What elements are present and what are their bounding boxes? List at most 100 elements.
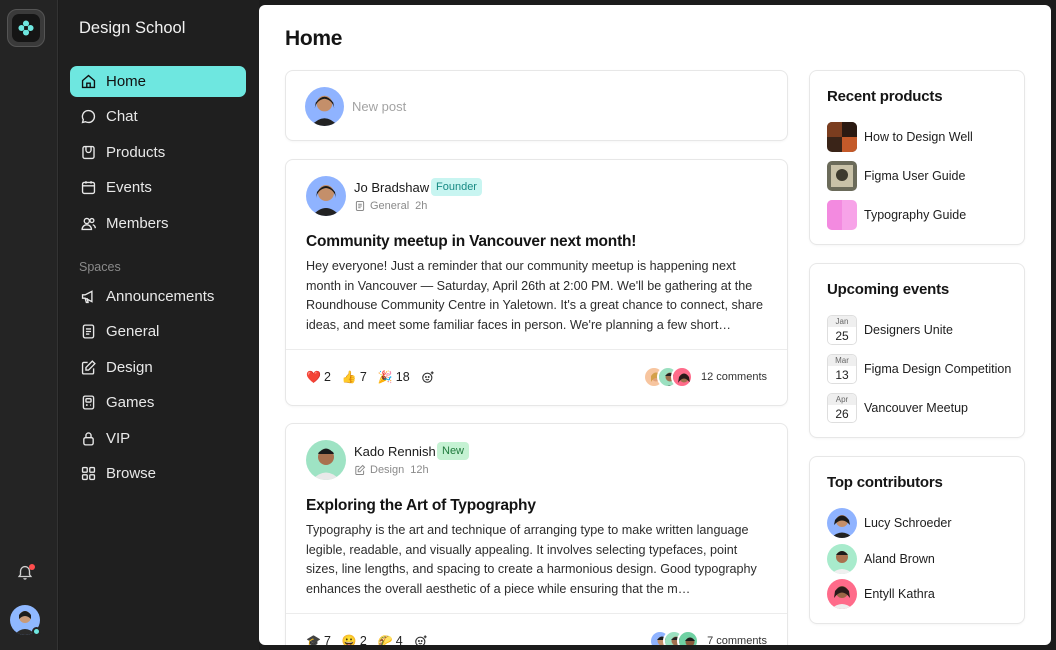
- space-item-vip[interactable]: VIP: [70, 423, 246, 454]
- comments-summary[interactable]: 7 comments: [649, 630, 767, 645]
- nav-item-label: Announcements: [106, 288, 215, 305]
- event-month: Jan: [828, 316, 856, 327]
- post-title[interactable]: Exploring the Art of Typography: [306, 497, 536, 515]
- grid-icon: [81, 466, 95, 481]
- product-name: Typography Guide: [864, 208, 967, 222]
- author-avatar[interactable]: [306, 176, 346, 216]
- reaction-count: 7: [359, 370, 367, 384]
- recent-products-card: Recent products How to Design Well Figma…: [809, 70, 1025, 245]
- top-contributors-card: Top contributors Lucy Schroeder Aland Br…: [809, 456, 1025, 624]
- space-item-announcements[interactable]: Announcements: [70, 281, 246, 312]
- reaction-count: 4: [395, 634, 403, 645]
- space-item-browse[interactable]: Browse: [70, 458, 246, 489]
- nav-item-label: Design: [106, 359, 153, 376]
- event-item[interactable]: Apr 26 Vancouver Meetup: [827, 393, 968, 423]
- post-reactions: ❤️ 2 👍 7 🎉 18: [306, 370, 435, 384]
- heart-emoji: ❤️: [306, 370, 321, 384]
- reaction-thumbs-up[interactable]: 👍 7: [342, 370, 367, 384]
- document-icon: [355, 200, 365, 212]
- document-icon: [82, 324, 94, 339]
- contributor-item[interactable]: Aland Brown: [827, 544, 935, 574]
- thumbs-up-emoji: 👍: [341, 370, 357, 384]
- icon-rail: [0, 0, 58, 650]
- post-author-name[interactable]: Jo Bradshaw: [354, 180, 429, 195]
- post-space[interactable]: General: [370, 200, 409, 212]
- nav-item-label: Games: [106, 394, 155, 411]
- product-item[interactable]: How to Design Well: [827, 122, 973, 152]
- nav-item-members[interactable]: Members: [70, 208, 246, 239]
- comments-summary[interactable]: 12 comments: [642, 366, 767, 388]
- upcoming-events-heading: Upcoming events: [827, 281, 950, 298]
- commenter-avatars: [649, 630, 700, 645]
- post-time: 12h: [410, 464, 429, 476]
- event-month: Apr: [828, 394, 856, 405]
- pencil-square-icon: [81, 360, 96, 375]
- post-card[interactable]: Kado Rennish New Design 12h Exploring th…: [285, 423, 788, 645]
- author-avatar[interactable]: [306, 440, 346, 480]
- nav-item-label: Members: [106, 215, 169, 232]
- product-item[interactable]: Figma User Guide: [827, 161, 965, 191]
- product-name: Figma User Guide: [864, 169, 966, 183]
- smile-emoji: 😀: [341, 634, 357, 645]
- post-author-name[interactable]: Kado Rennish: [354, 444, 436, 459]
- nav-item-chat[interactable]: Chat: [70, 101, 246, 132]
- post-body: Hey everyone! Just a reminder that our c…: [306, 259, 763, 332]
- add-reaction-icon[interactable]: [414, 634, 428, 645]
- contributor-avatar: [827, 579, 857, 609]
- product-name: How to Design Well: [864, 130, 973, 144]
- page-title: Home: [285, 27, 343, 50]
- reaction-count: 2: [359, 634, 367, 645]
- commenter-avatars: [642, 366, 693, 388]
- contributor-item[interactable]: Lucy Schroeder: [827, 508, 952, 538]
- members-icon: [80, 217, 96, 231]
- contributor-item[interactable]: Entyll Kathra: [827, 579, 935, 609]
- commenter-avatar: [670, 366, 693, 388]
- party-popper-emoji: 🎉: [377, 370, 393, 384]
- flower-logo-icon: [18, 20, 34, 36]
- event-date-badge: Mar 13: [827, 354, 857, 384]
- author-badge: New: [437, 442, 470, 460]
- event-name: Figma Design Competition: [864, 362, 1012, 376]
- spaces-heading: Spaces: [79, 260, 121, 274]
- reaction-graduation-cap[interactable]: 🎓 7: [306, 634, 331, 645]
- post-card[interactable]: Jo Bradshaw Founder General 2h Community…: [285, 159, 788, 406]
- space-item-design[interactable]: Design: [70, 352, 246, 383]
- event-name: Designers Unite: [864, 323, 953, 337]
- app-logo-button[interactable]: [7, 9, 45, 47]
- add-reaction-icon[interactable]: [421, 370, 435, 384]
- nav-item-label: Products: [106, 144, 166, 161]
- event-item[interactable]: Jan 25 Designers Unite: [827, 315, 953, 345]
- notifications-button[interactable]: [16, 563, 36, 583]
- post-title[interactable]: Community meetup in Vancouver next month…: [306, 233, 636, 251]
- nav-item-label: Chat: [106, 108, 138, 125]
- post-time: 2h: [415, 200, 428, 212]
- reaction-smile[interactable]: 😀 2: [342, 634, 367, 645]
- contributor-name: Entyll Kathra: [864, 587, 935, 601]
- space-item-games[interactable]: Games: [70, 387, 246, 418]
- nav-item-home[interactable]: Home: [70, 66, 246, 97]
- space-item-general[interactable]: General: [70, 316, 246, 347]
- nav-item-label: General: [106, 323, 160, 340]
- reaction-taco[interactable]: 🌮 4: [378, 634, 403, 645]
- nav-item-label: VIP: [106, 430, 131, 447]
- event-date-badge: Apr 26: [827, 393, 857, 423]
- reaction-count: 7: [323, 634, 331, 645]
- product-item[interactable]: Typography Guide: [827, 200, 966, 230]
- megaphone-icon: [81, 290, 93, 304]
- product-thumbnail: [827, 122, 857, 152]
- nav-item-events[interactable]: Events: [70, 172, 246, 203]
- reaction-heart[interactable]: ❤️ 2: [306, 370, 331, 384]
- new-post-input[interactable]: [352, 94, 752, 118]
- post-space[interactable]: Design: [370, 464, 404, 476]
- contributor-avatar: [827, 544, 857, 574]
- top-contributors-heading: Top contributors: [827, 474, 943, 491]
- nav-item-products[interactable]: Products: [70, 137, 246, 168]
- post-meta: Design 12h: [354, 464, 429, 476]
- contributor-avatar: [827, 508, 857, 538]
- new-post-composer[interactable]: [285, 70, 788, 141]
- event-day: 26: [828, 405, 856, 422]
- reaction-party[interactable]: 🎉 18: [378, 370, 410, 384]
- nav-item-label: Browse: [106, 465, 157, 482]
- recent-products-heading: Recent products: [827, 88, 943, 105]
- event-item[interactable]: Mar 13 Figma Design Competition: [827, 354, 1011, 384]
